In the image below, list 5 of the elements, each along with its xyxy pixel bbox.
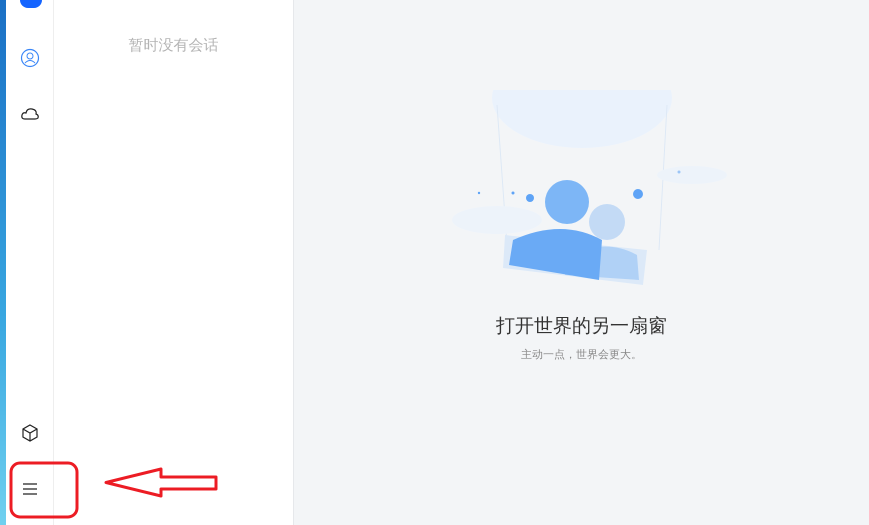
welcome-title: 打开世界的另一扇窗	[496, 314, 667, 339]
welcome-subtitle: 主动一点，世界会更大。	[521, 346, 642, 362]
app-logo	[20, 0, 42, 8]
empty-conversation-text: 暂时没有会话	[128, 35, 218, 56]
highlight-outline	[9, 461, 79, 519]
